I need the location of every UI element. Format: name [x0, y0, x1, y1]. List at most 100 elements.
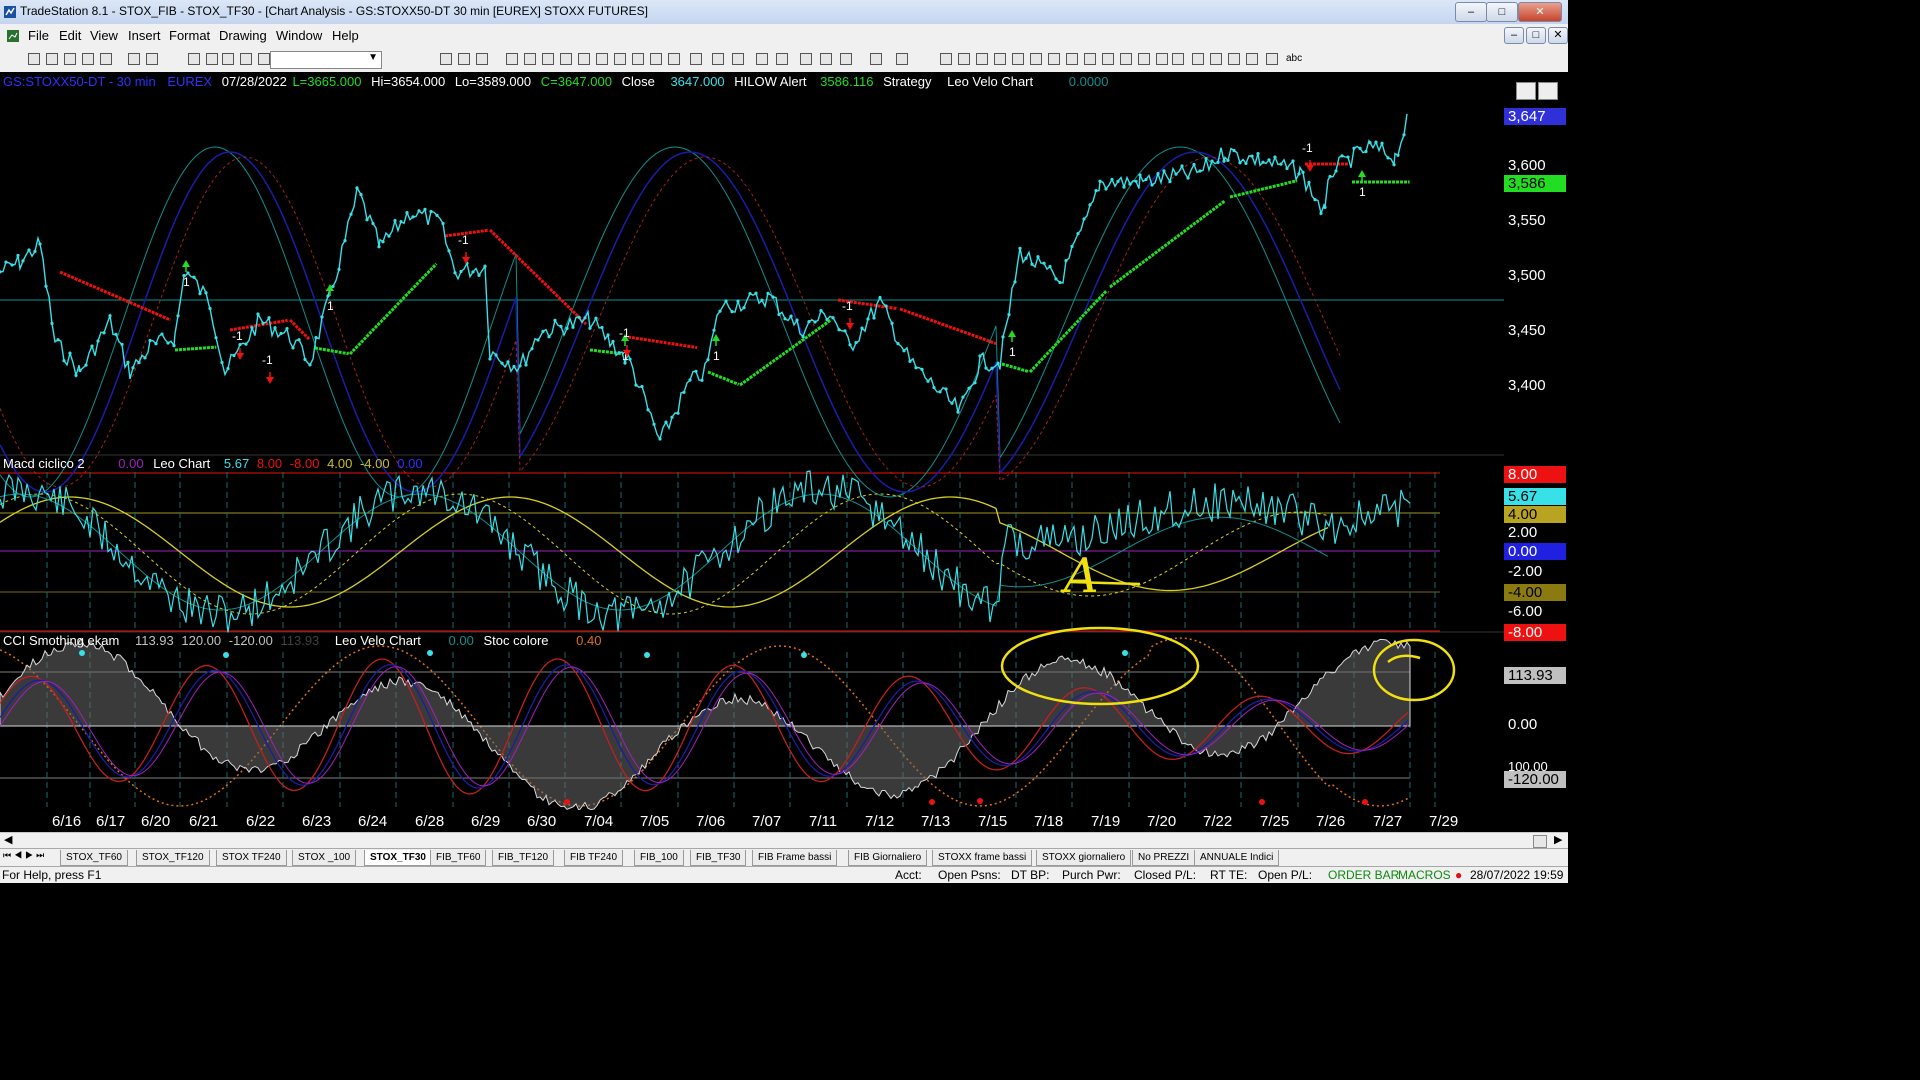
tab-stox-tf60[interactable]: STOX_TF60: [60, 850, 128, 866]
toolbar-tool-icon[interactable]: [632, 53, 644, 65]
tab-fib-giornaliero[interactable]: FIB Giornaliero: [848, 850, 928, 866]
toolbar-tool-icon[interactable]: [64, 53, 76, 65]
toolbar-tool-icon[interactable]: [222, 53, 234, 65]
toolbar-tool-icon[interactable]: [958, 53, 970, 65]
toolbar-tool-icon[interactable]: [1266, 53, 1278, 65]
tab-annuale-indici[interactable]: ANNUALE Indici: [1194, 850, 1280, 866]
toolbar-tool-icon[interactable]: [1048, 53, 1060, 65]
tab-fib-tf240[interactable]: FIB TF240: [564, 850, 624, 866]
tab-stoxx-frame-bassi[interactable]: STOXX frame bassi: [932, 850, 1033, 866]
tab-stox-100[interactable]: STOX _100: [292, 850, 357, 866]
doc-restore-button[interactable]: □: [1526, 27, 1546, 44]
toolbar-tool-icon[interactable]: [732, 53, 744, 65]
price-bar-dot: [226, 366, 230, 371]
scroll-left-icon[interactable]: ◀: [4, 833, 12, 846]
toolbar-tool-icon[interactable]: [840, 53, 852, 65]
toolbar-tool-icon[interactable]: [146, 53, 158, 65]
menu-drawing[interactable]: Drawing: [219, 28, 267, 43]
menu-format[interactable]: Format: [169, 28, 210, 43]
chart-area[interactable]: 1 1 1 1 1 1 -1 -1 -1 -1 -1 -1 GS:STOXX50-DT - 30 mi…: [0, 72, 1504, 810]
toolbar-tool-icon[interactable]: [1210, 53, 1222, 65]
tab-fib-tf60[interactable]: FIB_TF60: [430, 850, 487, 866]
chart-maximize-button[interactable]: [1538, 82, 1558, 100]
toolbar-tool-icon[interactable]: [560, 53, 572, 65]
draw-text-icon[interactable]: abc: [1286, 53, 1302, 64]
toolbar-tool-icon[interactable]: [524, 53, 536, 65]
cci-tick-11393: 113.93: [1504, 667, 1566, 684]
toolbar-tool-icon[interactable]: [800, 53, 812, 65]
toolbar-tool-icon[interactable]: [476, 53, 488, 65]
toolbar-tool-icon[interactable]: [1120, 53, 1132, 65]
tab-fib-tf120[interactable]: FIB_TF120: [492, 850, 555, 866]
toolbar-tool-icon[interactable]: [820, 53, 832, 65]
minimize-button[interactable]: –: [1455, 2, 1487, 22]
tab-fib-100[interactable]: FIB_100: [634, 850, 684, 866]
toolbar-tool-icon[interactable]: [258, 53, 270, 65]
toolbar-tool-icon[interactable]: [940, 53, 952, 65]
scroll-right-icon[interactable]: ▶: [1554, 833, 1562, 846]
tab-fib-tf30[interactable]: FIB_TF30: [690, 850, 747, 866]
toolbar-tool-icon[interactable]: [690, 53, 702, 65]
tab-nav-arrows-icon[interactable]: ⏮◀▶⏭: [3, 850, 47, 861]
toolbar-tool-icon[interactable]: [1030, 53, 1042, 65]
menu-view[interactable]: View: [90, 28, 118, 43]
toolbar-tool-icon[interactable]: [240, 53, 252, 65]
toolbar-tool-icon[interactable]: [100, 53, 112, 65]
toolbar-tool-icon[interactable]: [128, 53, 140, 65]
doc-minimize-button[interactable]: –: [1504, 27, 1524, 44]
toolbar-tool-icon[interactable]: [1012, 53, 1024, 65]
toolbar-tool-icon[interactable]: [440, 53, 452, 65]
toolbar-tool-icon[interactable]: [1172, 53, 1184, 65]
toolbar-tool-icon[interactable]: [46, 53, 58, 65]
tab-stoxx-giornaliero[interactable]: STOXX giornaliero: [1036, 850, 1132, 866]
toolbar-tool-icon[interactable]: [28, 53, 40, 65]
toolbar-tool-icon[interactable]: [596, 53, 608, 65]
tab-stox-tf30[interactable]: STOX_TF30: [364, 850, 432, 866]
toolbar-tool-icon[interactable]: [506, 53, 518, 65]
toolbar-tool-icon[interactable]: [896, 53, 908, 65]
toolbar-tool-icon[interactable]: [614, 53, 626, 65]
toolbar-tool-icon[interactable]: [650, 53, 662, 65]
menu-help[interactable]: Help: [332, 28, 359, 43]
toolbar-tool-icon[interactable]: [458, 53, 470, 65]
menu-insert[interactable]: Insert: [128, 28, 161, 43]
toolbar-tool-icon[interactable]: [976, 53, 988, 65]
toolbar-tool-icon[interactable]: [188, 53, 200, 65]
toolbar-tool-icon[interactable]: [578, 53, 590, 65]
x-tick-label: 7/06: [696, 813, 726, 830]
toolbar-tool-icon[interactable]: [1084, 53, 1096, 65]
toolbar-tool-icon[interactable]: [542, 53, 554, 65]
toolbar-tool-icon[interactable]: [206, 53, 218, 65]
restore-button[interactable]: □: [1486, 2, 1518, 22]
status-order-bar[interactable]: ORDER BAR: [1328, 868, 1399, 882]
chart-restore-button[interactable]: [1516, 82, 1536, 100]
toolbar-tool-icon[interactable]: [776, 53, 788, 65]
scroll-thumb[interactable]: [1533, 835, 1547, 848]
price-bar-dot: [530, 347, 534, 351]
toolbar-tool-icon[interactable]: [756, 53, 768, 65]
toolbar-tool-icon[interactable]: [82, 53, 94, 65]
toolbar-tool-icon[interactable]: [1228, 53, 1240, 65]
horizontal-scrollbar[interactable]: ◀ ▶: [0, 832, 1568, 849]
menu-edit[interactable]: Edit: [59, 28, 81, 43]
toolbar-tool-icon[interactable]: [1192, 53, 1204, 65]
menu-file[interactable]: File: [28, 28, 49, 43]
toolbar-combo[interactable]: ▼: [270, 51, 382, 69]
tab-stox-tf120[interactable]: STOX_TF120: [136, 850, 210, 866]
toolbar-tool-icon[interactable]: [994, 53, 1006, 65]
toolbar-tool-icon[interactable]: [1156, 53, 1168, 65]
toolbar-tool-icon[interactable]: [1066, 53, 1078, 65]
status-macros[interactable]: MACROS: [1398, 868, 1451, 882]
toolbar-tool-icon[interactable]: [870, 53, 882, 65]
toolbar-tool-icon[interactable]: [712, 53, 724, 65]
close-button[interactable]: ✕: [1518, 2, 1562, 22]
menu-window[interactable]: Window: [276, 28, 322, 43]
toolbar-tool-icon[interactable]: [1102, 53, 1114, 65]
tab-no-prezzi[interactable]: No PREZZI: [1132, 850, 1196, 866]
toolbar-tool-icon[interactable]: [1246, 53, 1258, 65]
doc-close-button[interactable]: ✕: [1548, 27, 1568, 44]
toolbar-tool-icon[interactable]: [1138, 53, 1150, 65]
tab-fib-frame-bassi[interactable]: FIB Frame bassi: [752, 850, 838, 866]
tab-stox-tf240[interactable]: STOX TF240: [216, 850, 287, 866]
toolbar-tool-icon[interactable]: [668, 53, 680, 65]
